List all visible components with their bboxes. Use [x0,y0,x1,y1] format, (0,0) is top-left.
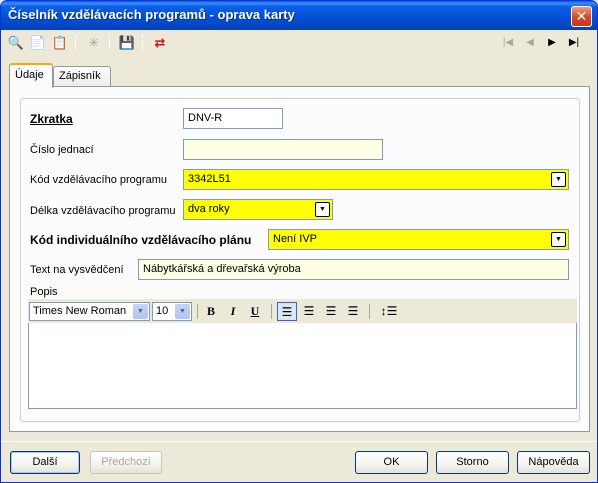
copy-glyph: 📄 [29,35,47,50]
save-document-icon[interactable]: 💾 [117,33,137,53]
bold-button[interactable]: B [201,302,221,321]
kod-ivp-label: Kód individuálního vzdělávacího plánu [30,233,252,247]
help-button[interactable]: Nápověda [517,451,590,474]
chevron-down-icon[interactable]: ▼ [133,304,148,319]
rt-separator [271,304,272,319]
align-left-button[interactable]: ☰ [277,302,297,321]
kod-ivp-select[interactable]: Není IVP ▼ [268,229,569,250]
line-spacing-button[interactable]: ↕☰ [374,302,404,321]
chevron-down-icon[interactable]: ▼ [175,304,190,319]
next-icon: ▶ [548,37,556,48]
toolbar-separator [109,35,110,51]
underline-button[interactable]: U [245,302,265,321]
kod-ivp-value: Není IVP [273,233,318,245]
zkratka-label: Zkratka [30,112,73,126]
close-icon: ✕ [575,8,588,24]
save-glyph: 💾 [118,35,136,50]
line-spacing-icon: ↕☰ [380,304,398,318]
toolbar-separator [142,35,143,51]
font-family-select[interactable]: Times New Roman ▼ [29,302,150,321]
delete-glyph: 📋 [51,35,69,50]
font-family-value: Times New Roman [33,305,127,317]
popis-label: Popis [30,286,58,298]
swap-arrows-icon[interactable]: ⇄ [150,33,170,53]
nav-prev-button[interactable]: ◀ [520,34,540,52]
swap-glyph: ⇄ [154,35,166,50]
tab-zapisnik[interactable]: Zápisník [53,66,111,87]
chevron-down-icon[interactable]: ▼ [315,202,330,217]
divider [1,441,597,442]
kod-programu-label: Kód vzdělávacího programu [30,174,167,186]
toolbar: 🔍 📄 📋 ✳ 💾 ⇄ |◀ ◀ ▶ ▶| [4,30,594,56]
kod-programu-select[interactable]: 3342L51 ▼ [183,169,569,190]
nav-last-button[interactable]: ▶| [564,34,584,52]
next-button[interactable]: Další [10,451,80,474]
font-size-select[interactable]: 10 ▼ [152,302,192,321]
chevron-down-icon[interactable]: ▼ [551,232,566,247]
rt-separator [369,304,370,319]
chevron-down-icon[interactable]: ▼ [551,172,566,187]
font-size-value: 10 [156,305,169,317]
align-justify-icon: ☰ [347,304,359,318]
delka-programu-value: dva roky [188,203,230,215]
align-justify-button[interactable]: ☰ [343,302,363,321]
nav-first-button[interactable]: |◀ [498,34,518,52]
kod-programu-value: 3342L51 [188,173,231,185]
cislo-jednaci-label: Číslo jednací [30,144,94,156]
previous-button[interactable]: Předchozí [90,451,162,474]
binoculars-glyph: 🔍 [7,35,25,50]
text-vysvedceni-field[interactable]: Nábytkářská a dřevařská výroba [138,259,569,280]
ok-button[interactable]: OK [355,451,428,474]
align-right-button[interactable]: ☰ [321,302,341,321]
dialog-window: Číselník vzdělávacích programů - oprava … [0,0,598,483]
zkratka-field[interactable]: DNV-R [183,108,283,129]
align-left-icon: ☰ [281,305,293,319]
tab-udaje[interactable]: Údaje [9,63,53,88]
close-button[interactable]: ✕ [571,6,592,27]
last-icon: ▶| [568,37,580,48]
binoculars-icon[interactable]: 🔍 [6,33,26,53]
sparkle-icon[interactable]: ✳ [84,33,104,53]
cancel-button[interactable]: Storno [436,451,509,474]
delete-document-icon[interactable]: 📋 [50,33,70,53]
tab-label: Údaje [15,69,44,81]
tab-panel: Zkratka DNV-R Číslo jednací Kód vzděláva… [9,86,590,432]
delka-programu-select[interactable]: dva roky ▼ [183,199,333,220]
italic-button[interactable]: I [223,302,243,321]
align-center-button[interactable]: ☰ [299,302,319,321]
align-center-icon: ☰ [303,304,315,318]
rich-text-toolbar: Times New Roman ▼ 10 ▼ B I U ☰ ☰ ☰ ☰ ↕☰ [28,299,577,323]
nav-next-button[interactable]: ▶ [542,34,562,52]
title-bar[interactable]: Číselník vzdělávacích programů - oprava … [1,1,597,30]
first-icon: |◀ [502,37,514,48]
rt-separator [197,304,198,319]
align-right-icon: ☰ [325,304,337,318]
window-title: Číselník vzdělávacích programů - oprava … [8,7,295,22]
cislo-jednaci-field[interactable] [183,139,383,160]
prev-icon: ◀ [526,37,534,48]
text-vysvedceni-label: Text na vysvědčení [30,264,124,276]
copy-document-icon[interactable]: 📄 [28,33,48,53]
delka-programu-label: Délka vzdělávacího programu [30,205,176,217]
tab-label: Zápisník [59,70,101,82]
sparkle-glyph: ✳ [88,35,100,50]
toolbar-separator [75,35,76,51]
